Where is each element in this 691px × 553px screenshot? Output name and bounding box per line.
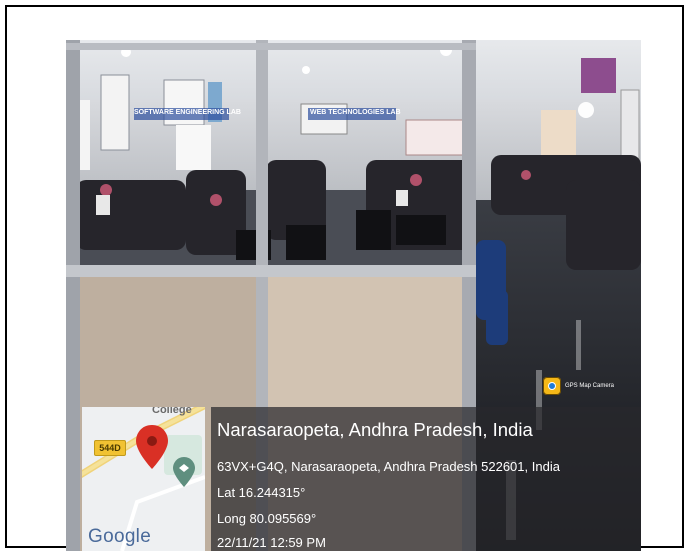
gps-map-camera-icon <box>543 377 561 395</box>
location-info-panel: Narasaraopeta, Andhra Pradesh, India 63V… <box>211 407 641 551</box>
address-line: 63VX+G4Q, Narasaraopeta, Andhra Pradesh … <box>217 459 560 474</box>
map-thumbnail: College 544D Google <box>82 407 205 551</box>
latitude-line: Lat 16.244315° <box>217 485 306 500</box>
google-logo: Google <box>88 526 152 547</box>
location-title: Narasaraopeta, Andhra Pradesh, India <box>217 419 533 440</box>
gps-map-camera-badge: GPS Map Camera <box>543 376 631 396</box>
gps-map-camera-label: GPS Map Camera <box>565 383 615 389</box>
sign-web-technologies: WEB TECHNOLOGIES LAB <box>310 109 401 116</box>
road-badge: 544D <box>94 440 126 456</box>
sign-software-engineering: SOFTWARE ENGINEERING LAB <box>134 109 241 116</box>
timestamp-line: 22/11/21 12:59 PM <box>217 535 326 550</box>
longitude-line: Long 80.095569° <box>217 511 317 526</box>
road-label: College <box>152 407 192 416</box>
